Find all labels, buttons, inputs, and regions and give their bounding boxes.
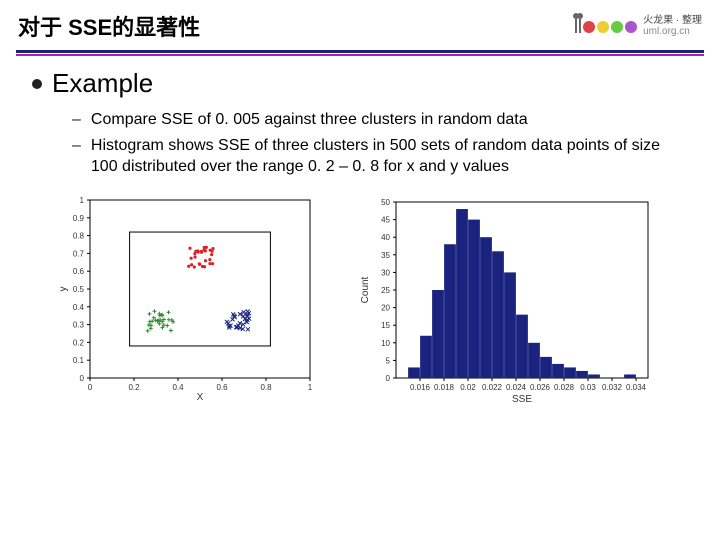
histogram-chart: 0.0160.018 0.02 0.0220.0240.0260.028 0.03 0.… [356, 194, 656, 404]
brand-logo: 火龙果 · 整理 uml.org.cn [575, 15, 702, 37]
bullet-sublist: – Compare SSE of 0. 005 against three cl… [72, 109, 688, 178]
svg-text:0.028: 0.028 [554, 383, 575, 392]
svg-text:0.034: 0.034 [626, 383, 647, 392]
histogram-svg: 0.0160.018 0.02 0.0220.0240.0260.028 0.03 0.… [356, 194, 656, 404]
svg-text:30: 30 [381, 268, 390, 277]
list-item-text: Compare SSE of 0. 005 against three clus… [91, 109, 528, 131]
dash-icon: – [72, 109, 81, 131]
svg-text:Count: Count [360, 276, 371, 303]
svg-text:0.016: 0.016 [410, 383, 431, 392]
logo-mark [575, 19, 637, 33]
slide-body: Example – Compare SSE of 0. 005 against … [0, 54, 720, 404]
svg-text:0.2: 0.2 [128, 383, 140, 392]
logo-text: 火龙果 · 整理 uml.org.cn [643, 15, 702, 37]
svg-text:0.024: 0.024 [506, 383, 527, 392]
svg-text:20: 20 [381, 303, 390, 312]
svg-text:0.2: 0.2 [73, 338, 85, 347]
svg-text:SSE: SSE [512, 394, 532, 404]
svg-text:0.7: 0.7 [73, 249, 85, 258]
svg-text:15: 15 [381, 321, 390, 330]
svg-text:0.9: 0.9 [73, 214, 85, 223]
svg-text:50: 50 [381, 198, 390, 207]
svg-text:10: 10 [381, 339, 390, 348]
list-item-text: Histogram shows SSE of three clusters in… [91, 135, 688, 178]
svg-text:0: 0 [386, 374, 391, 383]
svg-text:0.026: 0.026 [530, 383, 551, 392]
list-item: – Compare SSE of 0. 005 against three cl… [72, 109, 688, 131]
svg-text:0.032: 0.032 [602, 383, 623, 392]
svg-text:0.3: 0.3 [73, 320, 85, 329]
svg-text:25: 25 [381, 286, 390, 295]
scatter-chart: 0 0.2 0.4 0.6 0.8 1 0 0.1 0.2 0.3 0.4 0.5 0.6 0.7 0.8 0… [56, 194, 316, 404]
bullet-icon [32, 79, 42, 89]
svg-text:5: 5 [386, 356, 391, 365]
logo-cn: 火龙果 · 整理 [643, 15, 702, 26]
header-divider [16, 50, 704, 54]
svg-text:0: 0 [80, 374, 85, 383]
section-heading: Example [52, 68, 153, 99]
scatter-svg: 0 0.2 0.4 0.6 0.8 1 0 0.1 0.2 0.3 0.4 0.5 0.6 0.7 0.8 0… [56, 194, 316, 404]
slide-title: 对于 SSE的显著性 [18, 10, 200, 42]
svg-text:1: 1 [80, 196, 85, 205]
svg-text:0.6: 0.6 [216, 383, 228, 392]
svg-text:0.4: 0.4 [73, 303, 85, 312]
svg-text:0.4: 0.4 [172, 383, 184, 392]
svg-text:y: y [58, 286, 69, 291]
dash-icon: – [72, 135, 81, 178]
svg-text:45: 45 [381, 215, 390, 224]
svg-text:40: 40 [381, 233, 390, 242]
logo-url: uml.org.cn [643, 26, 690, 37]
svg-text:0: 0 [88, 383, 93, 392]
svg-text:1: 1 [308, 383, 313, 392]
svg-text:0.022: 0.022 [482, 383, 503, 392]
figure-row: 00.20.40.60.8100.10.20.30.40.50.60.70.80… [32, 194, 688, 404]
svg-text:0.6: 0.6 [73, 267, 85, 276]
svg-text:0.8: 0.8 [73, 231, 85, 240]
svg-text:0.8: 0.8 [260, 383, 272, 392]
section-heading-row: Example [32, 68, 688, 99]
slide-header: 对于 SSE的显著性 火龙果 · 整理 uml.org.cn [0, 0, 720, 50]
svg-text:0.03: 0.03 [580, 383, 596, 392]
svg-text:X: X [197, 392, 204, 403]
svg-text:0.5: 0.5 [73, 285, 85, 294]
svg-text:35: 35 [381, 251, 390, 260]
list-item: – Histogram shows SSE of three clusters … [72, 135, 688, 178]
svg-text:0.1: 0.1 [73, 356, 85, 365]
svg-text:0.018: 0.018 [434, 383, 455, 392]
svg-text:0.02: 0.02 [460, 383, 476, 392]
